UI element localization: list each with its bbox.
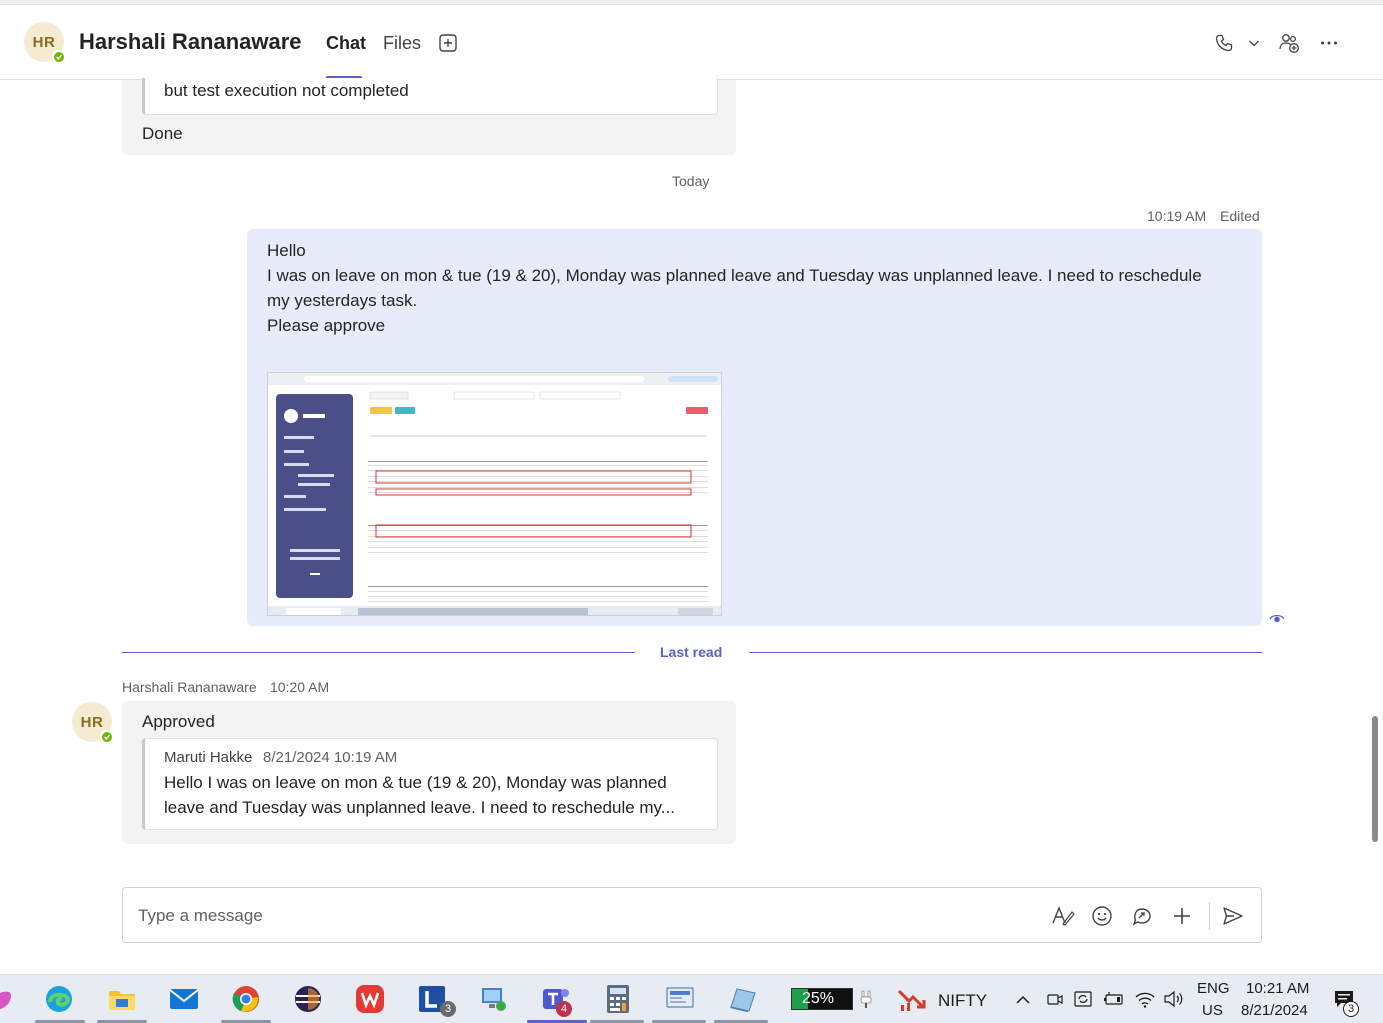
network-monitor-icon[interactable] (478, 983, 510, 1015)
screenshot-image (268, 373, 721, 615)
audio-call-icon[interactable] (1212, 31, 1236, 55)
keyboard-layout[interactable]: US (1202, 1002, 1223, 1019)
loop-components-icon[interactable] (1130, 904, 1154, 928)
screenshot-thumbnail[interactable] (267, 372, 722, 616)
earlier-quote[interactable]: but test execution not completed (142, 78, 718, 115)
calculator-icon[interactable] (602, 983, 634, 1015)
chat-header: HR Harshali Rananaware Chat Files (0, 5, 1383, 80)
windows-taskbar: 3 4 25% NIFTY ENG US 10:21 AM 8/21/2024 … (0, 974, 1383, 1023)
plus-icon[interactable] (1170, 904, 1194, 928)
edge-browser-icon[interactable] (43, 983, 75, 1015)
remote-desktop-icon[interactable] (664, 983, 696, 1015)
reply-sender-name: Harshali Rananaware (122, 679, 257, 695)
quote-line-1: Hello I was on leave on mon & tue (19 & … (164, 773, 667, 792)
tab-chat[interactable]: Chat (326, 33, 366, 54)
outgoing-line-4: Please approve (267, 316, 386, 335)
power-plug-icon (860, 989, 872, 1014)
language-indicator[interactable]: ENG (1197, 980, 1230, 997)
outgoing-line-2: I was on leave on mon & tue (19 & 20), M… (267, 266, 1202, 285)
wifi-icon[interactable] (1134, 989, 1156, 1014)
reply-message-bubble[interactable]: Approved Maruti Hakke 8/21/2024 10:19 AM… (122, 701, 736, 844)
quote-line-2: leave and Tuesday was unplanned leave. I… (164, 798, 675, 817)
copilot-icon[interactable] (0, 983, 18, 1015)
last-read-label: Last read (660, 644, 723, 660)
teams-badge: 4 (556, 1001, 572, 1017)
edited-label: Edited (1220, 208, 1260, 224)
avatar-initials: HR (32, 33, 56, 51)
battery-percent: 25% (802, 990, 835, 1007)
earlier-message-text: Done (142, 124, 183, 143)
outgoing-line-3: my yesterdays task. (267, 291, 418, 310)
quote-timestamp: 8/21/2024 10:19 AM (263, 749, 398, 766)
reply-time: 10:20 AM (270, 679, 330, 695)
chat-scrollbar[interactable] (1372, 716, 1378, 842)
day-divider: Today (672, 173, 710, 189)
add-tab-icon[interactable] (436, 31, 460, 55)
quote-sender: Maruti Hakke (164, 749, 253, 766)
battery-icon[interactable] (1103, 990, 1125, 1013)
emoji-icon[interactable] (1090, 904, 1114, 928)
last-read-line-left (122, 652, 635, 653)
earlier-quote-text: but test execution not completed (164, 81, 409, 100)
chrome-icon[interactable] (230, 983, 262, 1015)
presence-available-icon (100, 730, 114, 744)
notification-badge: 3 (1343, 1001, 1359, 1017)
reply-avatar[interactable]: HR (72, 702, 114, 744)
file-explorer-icon[interactable] (106, 983, 138, 1015)
chevron-down-icon[interactable] (1242, 31, 1266, 55)
ticker-label[interactable]: NIFTY (938, 991, 987, 1011)
chevron-up-icon[interactable] (1015, 993, 1031, 1011)
meet-camera-icon[interactable] (1046, 990, 1064, 1013)
volume-icon[interactable] (1163, 989, 1185, 1014)
eclipse-icon[interactable] (292, 983, 324, 1015)
sync-icon[interactable] (1073, 989, 1093, 1014)
reply-avatar-initials: HR (80, 713, 104, 731)
add-people-icon[interactable] (1277, 31, 1301, 55)
eye-icon (1269, 611, 1285, 623)
earlier-message-bubble[interactable]: but test execution not completed Done (122, 78, 736, 155)
contact-avatar[interactable]: HR (24, 22, 66, 64)
reply-quote[interactable]: Maruti Hakke 8/21/2024 10:19 AM Hello I … (142, 738, 718, 830)
send-icon[interactable] (1221, 904, 1245, 928)
message-time: 10:19 AM (1147, 208, 1207, 224)
compose-box (122, 887, 1262, 943)
wps-office-icon[interactable] (354, 983, 386, 1015)
more-options-icon[interactable] (1317, 31, 1341, 55)
battery-widget[interactable]: 25% (791, 988, 853, 1010)
outgoing-line-1: Hello (267, 241, 306, 260)
mail-icon[interactable] (168, 983, 200, 1015)
compose-separator (1209, 902, 1210, 930)
format-icon[interactable] (1051, 904, 1075, 928)
message-input[interactable] (138, 902, 1018, 930)
notepad-icon[interactable] (726, 983, 758, 1015)
contact-name[interactable]: Harshali Rananaware (79, 29, 302, 55)
reply-text: Approved (142, 712, 215, 731)
stock-down-icon[interactable] (897, 985, 927, 1018)
last-read-line-right (749, 652, 1262, 653)
clock-time[interactable]: 10:21 AM (1246, 980, 1309, 997)
tab-files[interactable]: Files (383, 33, 421, 54)
presence-available-icon (52, 50, 66, 64)
teams-window: HR Harshali Rananaware Chat Files but te… (0, 0, 1383, 1023)
clock-date[interactable]: 8/21/2024 (1241, 1002, 1308, 1019)
lync-badge: 3 (440, 1001, 456, 1017)
